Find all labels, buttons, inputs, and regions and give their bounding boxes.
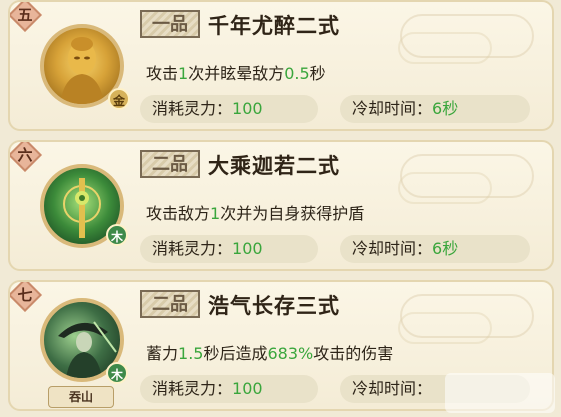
desc-text: 攻击 bbox=[146, 64, 179, 83]
skill-name: 浩气长存三式 bbox=[208, 294, 340, 318]
skill-list: 五 金 一品 千年尤醉二式 攻击1次并眩晕敌方0.5秒 消耗灵力：100 冷却时… bbox=[0, 0, 561, 417]
grade-badge: 二品 bbox=[140, 290, 200, 318]
desc-text: 秒 bbox=[309, 64, 326, 83]
skill-index-badge: 五 bbox=[10, 2, 42, 32]
skill-index-badge: 六 bbox=[10, 142, 42, 172]
cost-pill: 消耗灵力：100 bbox=[140, 235, 318, 263]
desc-value: 0.5 bbox=[284, 64, 310, 83]
skill-name: 千年尤醉二式 bbox=[208, 14, 340, 38]
cost-pill: 消耗灵力：100 bbox=[140, 375, 318, 403]
cost-value: 100 bbox=[232, 379, 263, 398]
element-badge: 木 bbox=[106, 362, 128, 384]
character-name-plate: 吞山 bbox=[48, 386, 114, 408]
skill-description: 蓄力1.5秒后造成683%攻击的伤害 bbox=[146, 340, 393, 364]
desc-text: 攻击敌方 bbox=[146, 204, 211, 223]
cooldown-label: 冷却时间： bbox=[352, 99, 433, 118]
desc-text: 秒后造成 bbox=[203, 344, 268, 363]
skill-description: 攻击1次并眩晕敌方0.5秒 bbox=[146, 60, 326, 84]
grade-badge: 二品 bbox=[140, 150, 200, 178]
desc-text: 攻击的伤害 bbox=[313, 344, 394, 363]
cooldown-label: 冷却时间： bbox=[352, 239, 433, 258]
desc-value: 1.5 bbox=[178, 344, 204, 363]
cooldown-value: 6秒 bbox=[432, 99, 459, 118]
cloud-decoration bbox=[398, 312, 492, 344]
desc-value: 1 bbox=[178, 64, 189, 83]
desc-text: 次并眩晕敌方 bbox=[188, 64, 285, 83]
desc-text: 次并为自身获得护盾 bbox=[220, 204, 365, 223]
skill-description: 攻击敌方1次并为自身获得护盾 bbox=[146, 200, 364, 224]
cost-label: 消耗灵力： bbox=[152, 379, 233, 398]
grade-badge: 一品 bbox=[140, 10, 200, 38]
cooldown-value: 6秒 bbox=[432, 239, 459, 258]
element-badge: 木 bbox=[106, 224, 128, 246]
cost-label: 消耗灵力： bbox=[152, 239, 233, 258]
cooldown-pill: 冷却时间：6秒 bbox=[340, 235, 530, 263]
desc-value: 1 bbox=[210, 204, 221, 223]
skill-index: 七 bbox=[17, 286, 33, 304]
cost-value: 100 bbox=[232, 239, 263, 258]
cost-label: 消耗灵力： bbox=[152, 99, 233, 118]
element-badge: 金 bbox=[108, 88, 130, 110]
cost-pill: 消耗灵力：100 bbox=[140, 95, 318, 123]
cooldown-pill: 冷却时间：6秒 bbox=[340, 95, 530, 123]
cloud-decoration bbox=[398, 32, 492, 64]
skill-index-badge: 七 bbox=[10, 282, 42, 312]
cloud-decoration bbox=[398, 172, 492, 204]
cost-value: 100 bbox=[232, 99, 263, 118]
skill-index: 五 bbox=[17, 6, 33, 24]
desc-value: 683% bbox=[267, 344, 314, 363]
skill-card[interactable]: 五 金 一品 千年尤醉二式 攻击1次并眩晕敌方0.5秒 消耗灵力：100 冷却时… bbox=[8, 0, 554, 131]
skill-card[interactable]: 六 木 二品 大乘迦若二式 攻击敌方1次并为自身获得护盾 消耗灵力：100 冷却… bbox=[8, 140, 554, 271]
skill-name: 大乘迦若二式 bbox=[208, 154, 340, 178]
cooldown-label: 冷却时间： bbox=[352, 379, 433, 398]
watermark-overlay bbox=[445, 373, 555, 413]
desc-text: 蓄力 bbox=[146, 344, 179, 363]
skill-index: 六 bbox=[17, 146, 33, 164]
